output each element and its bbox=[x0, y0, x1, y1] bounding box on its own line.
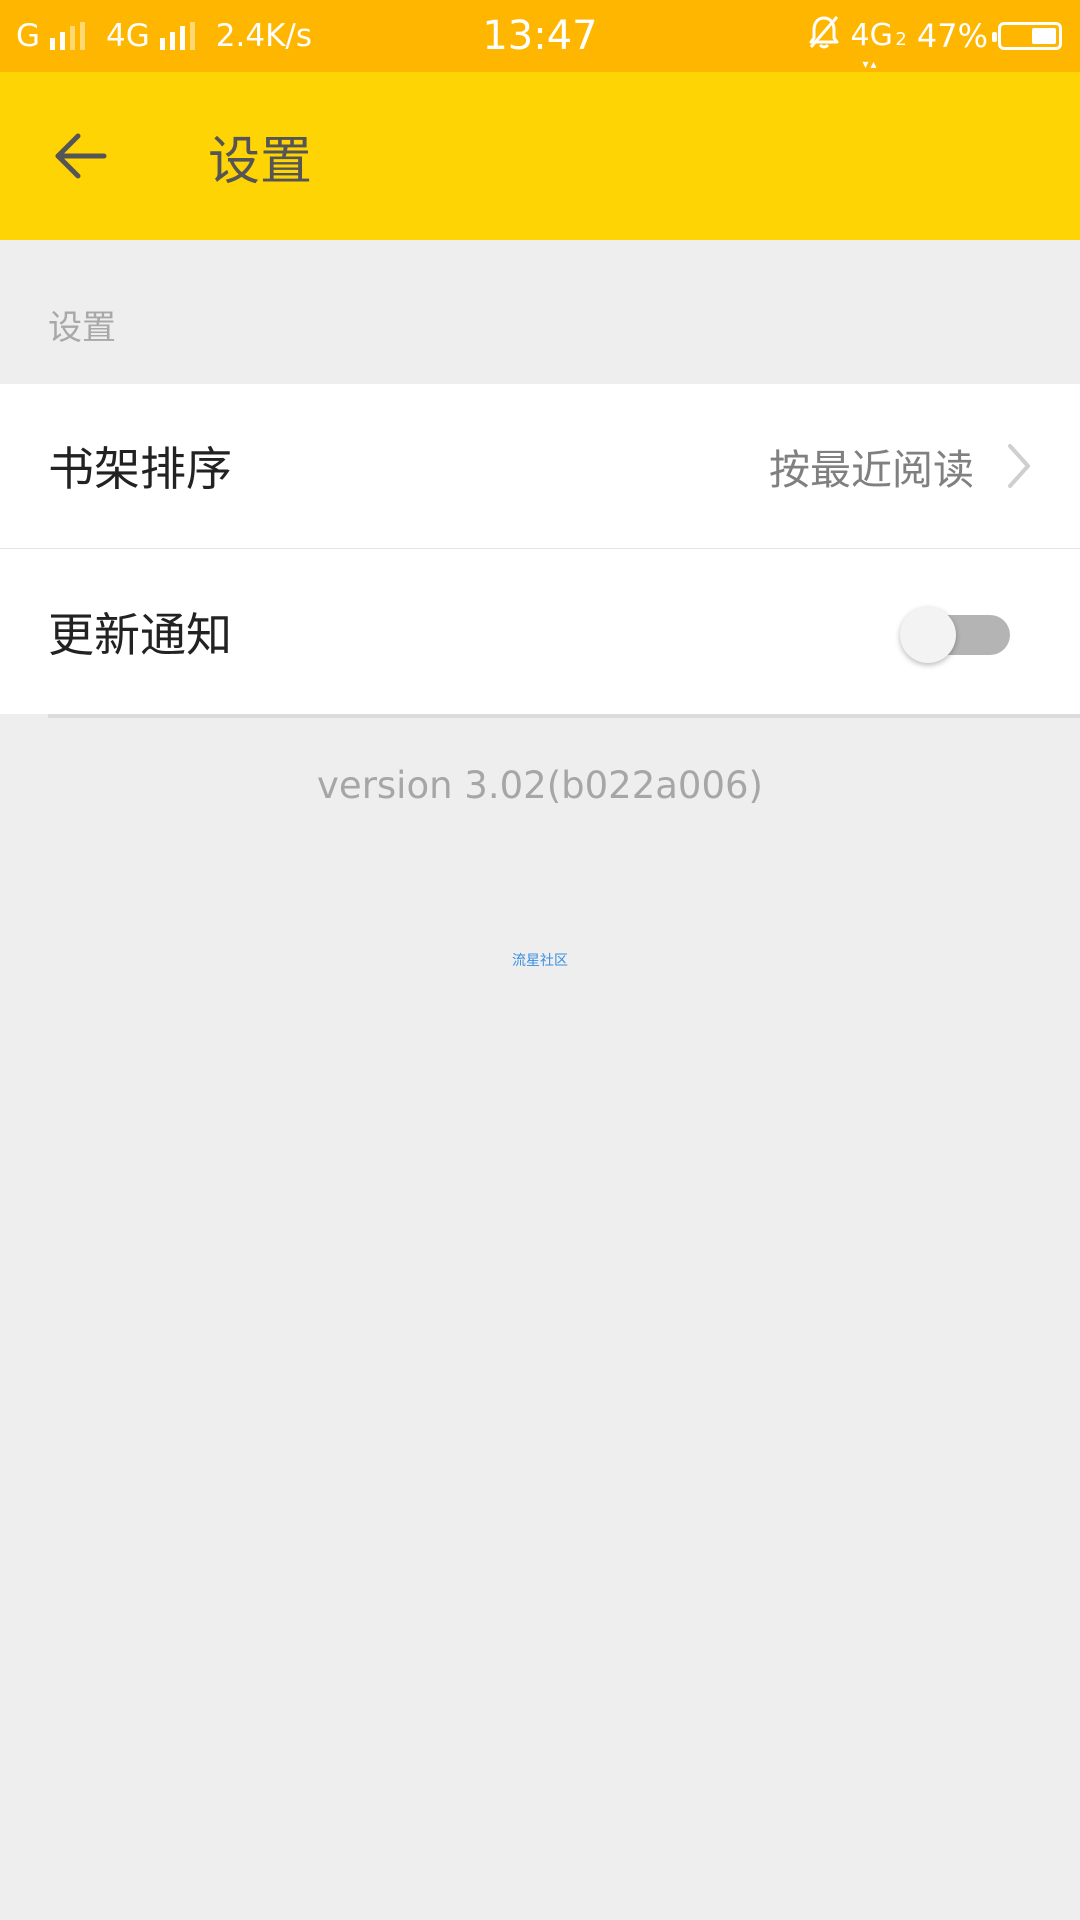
network-right-label: 4G bbox=[850, 18, 893, 53]
divider bbox=[48, 714, 1080, 718]
shelf-sort-value: 按最近阅读 bbox=[769, 446, 974, 494]
battery-percent: 47% bbox=[916, 17, 988, 55]
battery-fill bbox=[1031, 28, 1056, 44]
update-notify-row: 更新通知 bbox=[0, 549, 1080, 714]
shelf-sort-label: 书架排序 bbox=[48, 442, 232, 496]
arrow-left-icon bbox=[55, 133, 107, 179]
network-4g-icon: 4G 2 ▾▴ bbox=[850, 18, 907, 72]
shelf-sort-row[interactable]: 书架排序 按最近阅读 bbox=[0, 384, 1080, 549]
toggle-knob bbox=[900, 606, 956, 663]
community-link[interactable]: 流星社区 bbox=[0, 950, 1080, 970]
chevron-right-icon bbox=[1008, 444, 1030, 488]
alarm-off-icon bbox=[807, 14, 841, 58]
version-text: version 3.02(b022a006) bbox=[317, 764, 763, 807]
back-button[interactable] bbox=[40, 116, 120, 196]
page-title: 设置 bbox=[208, 131, 313, 192]
app-bar: 设置 bbox=[0, 72, 1080, 240]
update-notify-toggle[interactable] bbox=[900, 606, 1016, 663]
settings-list: 书架排序 按最近阅读 更新通知 bbox=[0, 384, 1080, 714]
sim-index: 2 bbox=[895, 29, 907, 50]
update-notify-label: 更新通知 bbox=[48, 607, 232, 662]
status-bar: G 4G 2.4K/s 13:47 4G 2 ▾▴ 47% bbox=[0, 0, 1080, 72]
status-bar-right: 4G 2 ▾▴ 47% bbox=[797, 0, 1062, 72]
battery-icon bbox=[992, 22, 1062, 50]
section-header: 设置 bbox=[48, 308, 116, 348]
